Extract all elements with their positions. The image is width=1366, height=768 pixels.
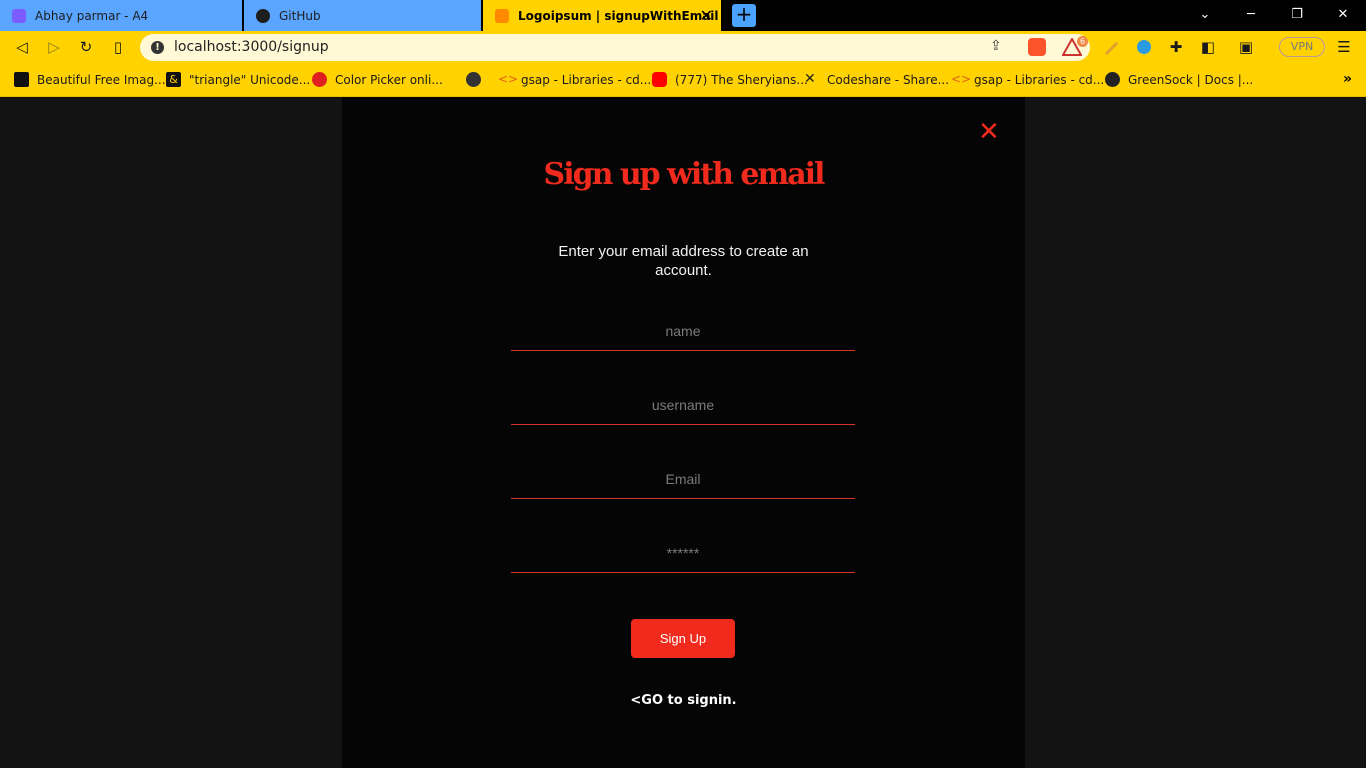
bookmark-item[interactable]: Color Picker onli... — [312, 72, 443, 87]
vpn-button[interactable]: VPN — [1279, 37, 1325, 57]
tab-label: GitHub — [279, 8, 321, 23]
bookmark-label: "triangle" Unicode... — [189, 72, 311, 87]
menu-icon[interactable]: ☰ — [1334, 37, 1354, 57]
site-info-icon[interactable]: ! — [151, 41, 164, 54]
bookmark-label: Color Picker onli... — [335, 72, 443, 87]
greensock-icon — [1105, 72, 1120, 87]
extension-icon[interactable] — [1136, 39, 1152, 55]
bookmark-item[interactable]: (777) The Sheryians... — [652, 72, 808, 87]
tab-list-button[interactable]: ⌄ — [1182, 0, 1228, 31]
minimize-button[interactable]: ─ — [1228, 0, 1274, 31]
tab-abhay-parmar-a4[interactable]: Abhay parmar - A4 — [0, 0, 242, 31]
code-icon: <> — [951, 72, 972, 86]
rewards-badge: 6 — [1077, 36, 1088, 47]
close-window-button[interactable]: ✕ — [1320, 0, 1366, 31]
more-bookmarks-icon[interactable]: » — [1343, 71, 1352, 87]
color-picker-icon — [312, 72, 327, 87]
code-icon: <> — [498, 72, 519, 86]
tab-strip: Abhay parmar - A4 GitHub Logoipsum | sig… — [0, 0, 1366, 31]
blogger-icon — [495, 8, 509, 23]
tab-close-icon[interactable]: ✕ — [700, 6, 713, 25]
address-bar[interactable]: ! localhost:3000/signup ⇪ 6 — [140, 34, 1090, 61]
github-icon — [256, 8, 270, 23]
bookmark-label: Beautiful Free Imag... — [37, 72, 166, 87]
username-input[interactable] — [511, 385, 855, 425]
bookmark-item[interactable] — [466, 72, 489, 87]
sidebar-icon[interactable]: ◧ — [1198, 37, 1218, 57]
back-icon[interactable]: ◁ — [12, 37, 32, 57]
page-viewport: ✕ Sign up with email Enter your email ad… — [0, 97, 1366, 768]
ampersand-icon: & — [166, 72, 181, 87]
go-to-signin-link[interactable]: <GO to signin. — [342, 693, 1025, 708]
name-input[interactable] — [511, 311, 855, 351]
password-input[interactable] — [511, 533, 855, 573]
tab-github[interactable]: GitHub — [244, 0, 481, 31]
bookmark-item[interactable]: & "triangle" Unicode... — [166, 72, 310, 87]
figma-icon — [12, 8, 26, 23]
url-text[interactable]: localhost:3000/signup — [174, 39, 329, 55]
new-tab-button[interactable]: + — [732, 4, 756, 27]
bookmark-item[interactable]: ✕ Codeshare - Share... — [804, 72, 949, 87]
forward-icon[interactable]: ▷ — [44, 37, 64, 57]
bookmark-label: GreenSock | Docs |... — [1128, 72, 1254, 87]
share-icon[interactable]: ⇪ — [990, 38, 1002, 54]
email-input[interactable] — [511, 459, 855, 499]
reload-icon[interactable]: ↻ — [76, 37, 96, 57]
color-picker-extension-icon[interactable] — [1104, 40, 1120, 56]
bookmark-label: gsap - Libraries - cd... — [974, 72, 1105, 87]
signup-modal: ✕ Sign up with email Enter your email ad… — [342, 97, 1025, 768]
extensions-puzzle-icon[interactable]: ✚ — [1166, 37, 1186, 57]
globe-icon — [466, 72, 481, 87]
bookmark-item[interactable]: <> gsap - Libraries - cd... — [498, 72, 651, 87]
tab-signup-active[interactable]: Logoipsum | signupWithEmail ✕ — [483, 0, 721, 31]
youtube-icon — [652, 72, 667, 87]
bookmark-icon[interactable]: ▯ — [108, 37, 128, 57]
signup-subtitle: Enter your email address to create an ac… — [558, 243, 809, 279]
close-icon[interactable]: ✕ — [978, 119, 1000, 145]
page-title: Sign up with email — [543, 157, 826, 192]
restore-button[interactable]: ❐ — [1274, 0, 1320, 31]
signup-button[interactable]: Sign Up — [631, 619, 735, 658]
bookmarks-bar: Beautiful Free Imag... & "triangle" Unic… — [0, 64, 1366, 97]
bookmark-item[interactable]: Beautiful Free Imag... — [14, 72, 166, 87]
browser-toolbar: ◁ ▷ ↻ ▯ ! localhost:3000/signup ⇪ 6 ✚ ◧ … — [0, 31, 1366, 64]
tab-label: Abhay parmar - A4 — [35, 8, 149, 23]
unsplash-icon — [14, 72, 29, 87]
bookmark-label: (777) The Sheryians... — [675, 72, 808, 87]
codeshare-icon: ✕ — [804, 71, 816, 87]
bookmark-label: Codeshare - Share... — [827, 72, 950, 87]
bookmark-item[interactable]: <> gsap - Libraries - cd... — [951, 72, 1104, 87]
brave-shield-icon[interactable] — [1028, 38, 1046, 56]
bookmark-label: gsap - Libraries - cd... — [521, 72, 652, 87]
wallet-icon[interactable]: ▣ — [1236, 37, 1256, 57]
tab-label: Logoipsum | signupWithEmail — [518, 8, 719, 23]
bookmark-item[interactable]: GreenSock | Docs |... — [1105, 72, 1253, 87]
